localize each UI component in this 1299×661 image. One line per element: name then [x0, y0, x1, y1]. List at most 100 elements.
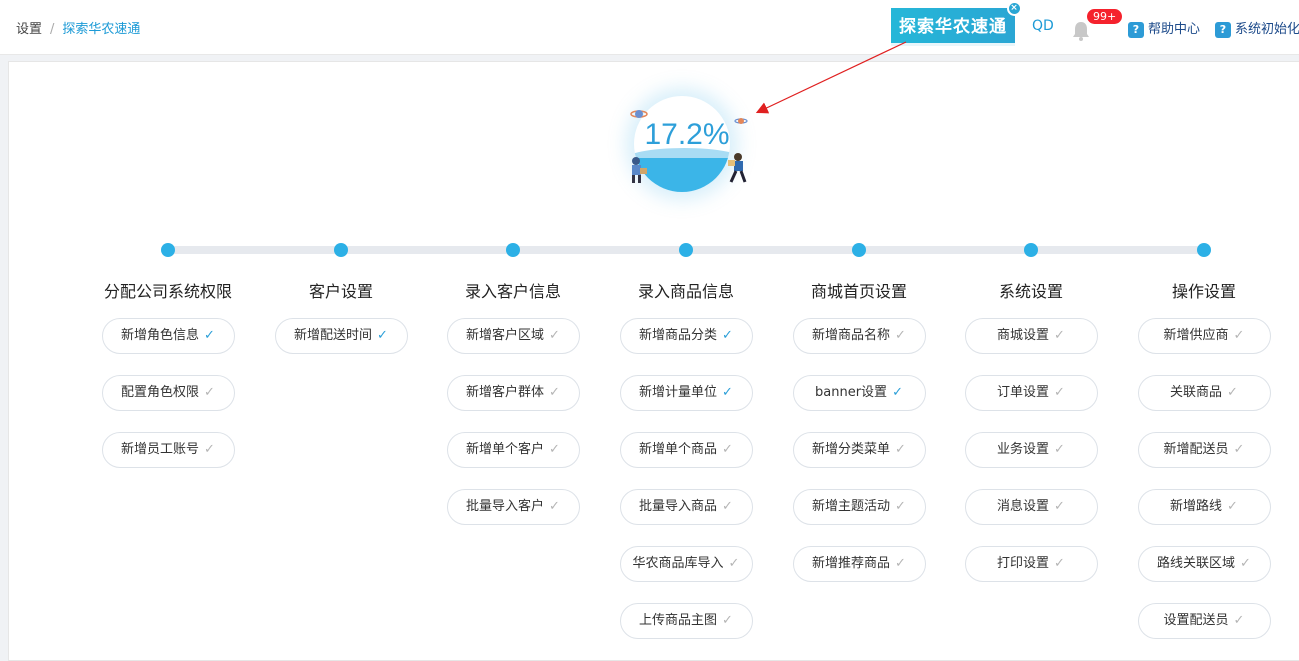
task-pill-button[interactable]: 批量导入商品 ✓ [619, 489, 753, 525]
progress-percent: 17.2% [644, 118, 730, 151]
task-pill-button[interactable]: 设置配送员 ✓ [1137, 603, 1271, 639]
check-icon: ✓ [1233, 613, 1245, 628]
check-icon: ✓ [1240, 556, 1251, 571]
task-pill-button[interactable]: 新增单个客户 ✓ [446, 432, 580, 468]
progress-circle: 17.2% [626, 90, 748, 212]
step-column: 录入商品信息 新增商品分类 ✓ 新增计量单位 ✓ 新增单个商品 ✓ 批量导入商品 ✓ 华农商品库导… [619, 278, 753, 660]
task-pill-button[interactable]: 新增分类菜单 ✓ [792, 432, 926, 468]
task-label: banner设置 [815, 385, 888, 400]
task-pill-button[interactable]: 业务设置 ✓ [964, 432, 1098, 468]
step-column: 客户设置 新增配送时间 ✓ [274, 278, 408, 375]
step-title: 操作设置 [1171, 282, 1236, 301]
check-icon: ✓ [722, 385, 733, 400]
breadcrumb: 设置 / 探索华农速通 [16, 18, 140, 37]
help-center-link[interactable]: ? 帮助中心 [1128, 18, 1200, 38]
check-icon: ✓ [892, 385, 903, 400]
breadcrumb-root[interactable]: 设置 [16, 22, 42, 37]
check-icon: ✓ [549, 499, 560, 514]
task-pill-button[interactable]: 新增路线 ✓ [1137, 489, 1271, 525]
task-pill-button[interactable]: 新增供应商 ✓ [1137, 318, 1271, 354]
task-label: 华农商品库导入 [632, 556, 724, 571]
user-name[interactable]: QD [1032, 18, 1054, 34]
task-label: 消息设置 [997, 499, 1050, 514]
task-label: 新增商品名称 [812, 328, 891, 343]
check-icon: ✓ [1054, 556, 1065, 571]
task-pill-button[interactable]: 新增单个商品 ✓ [619, 432, 753, 468]
timeline-dot [161, 243, 175, 257]
planet-icon [734, 118, 748, 124]
task-pill-button[interactable]: 新增主题活动 ✓ [792, 489, 926, 525]
task-pill-button[interactable]: 新增配送员 ✓ [1137, 432, 1271, 468]
task-pill-button[interactable]: banner设置 ✓ [792, 375, 926, 411]
task-pill-button[interactable]: 批量导入客户 ✓ [446, 489, 580, 525]
task-pill-button[interactable]: 消息设置 ✓ [964, 489, 1098, 525]
task-pill-button[interactable]: 路线关联区域 ✓ [1137, 546, 1271, 582]
task-pill-button[interactable]: 商城设置 ✓ [964, 318, 1098, 354]
timeline-dot [852, 243, 866, 257]
task-label: 新增客户区域 [466, 328, 545, 343]
timeline-dot [1024, 243, 1038, 257]
breadcrumb-current: 探索华农速通 [62, 22, 141, 37]
check-icon: ✓ [728, 556, 740, 571]
breadcrumb-separator: / [50, 22, 55, 37]
task-pill-button[interactable]: 新增配送时间 ✓ [274, 318, 408, 354]
task-label: 新增单个商品 [639, 442, 718, 457]
system-init-label: 系统初始化 [1235, 22, 1299, 37]
task-label: 新增分类菜单 [812, 442, 891, 457]
task-pill-button[interactable]: 新增员工账号 ✓ [101, 432, 235, 468]
planet-icon [630, 110, 648, 118]
step-title: 商城首页设置 [810, 282, 907, 301]
task-label: 新增供应商 [1163, 328, 1229, 343]
explore-banner-button[interactable]: 探索华农速通 × [891, 1, 1022, 46]
task-pill-button[interactable]: 新增商品分类 ✓ [619, 318, 753, 354]
check-icon: ✓ [377, 328, 388, 343]
person-icon [728, 153, 747, 183]
task-pill-button[interactable]: 订单设置 ✓ [964, 375, 1098, 411]
check-icon: ✓ [204, 442, 215, 457]
check-icon: ✓ [722, 613, 733, 628]
task-label: 设置配送员 [1163, 613, 1229, 628]
task-pill-button[interactable]: 上传商品主图 ✓ [619, 603, 753, 639]
task-label: 业务设置 [997, 442, 1050, 457]
task-label: 关联商品 [1170, 385, 1223, 400]
person-icon [632, 157, 647, 183]
step-title: 录入客户信息 [464, 282, 561, 301]
task-pill-button[interactable]: 华农商品库导入 ✓ [619, 546, 753, 582]
check-icon: ✓ [722, 499, 733, 514]
check-icon: ✓ [204, 385, 215, 400]
task-label: 新增客户群体 [466, 385, 545, 400]
check-icon: ✓ [1054, 385, 1065, 400]
check-icon: ✓ [1227, 499, 1238, 514]
task-pill-button[interactable]: 新增角色信息 ✓ [101, 318, 235, 354]
system-init-link[interactable]: ? 系统初始化 [1215, 18, 1299, 38]
check-icon: ✓ [549, 442, 560, 457]
task-pill-button[interactable]: 打印设置 ✓ [964, 546, 1098, 582]
check-icon: ✓ [1233, 328, 1245, 343]
check-icon: ✓ [1233, 442, 1245, 457]
task-pill-button[interactable]: 关联商品 ✓ [1137, 375, 1271, 411]
check-icon: ✓ [1227, 385, 1238, 400]
task-pill-button[interactable]: 新增推荐商品 ✓ [792, 546, 926, 582]
task-label: 商城设置 [997, 328, 1050, 343]
step-column: 系统设置 商城设置 ✓ 订单设置 ✓ 业务设置 ✓ 消息设置 ✓ 打印设置 ✓ [964, 278, 1098, 603]
task-label: 新增路线 [1170, 499, 1223, 514]
check-icon: ✓ [204, 328, 215, 343]
task-label: 批量导入客户 [466, 499, 545, 514]
check-icon: ✓ [1054, 442, 1065, 457]
step-title: 系统设置 [998, 282, 1063, 301]
task-pill-button[interactable]: 新增客户群体 ✓ [446, 375, 580, 411]
task-pill-button[interactable]: 新增商品名称 ✓ [792, 318, 926, 354]
step-column: 操作设置 新增供应商 ✓ 关联商品 ✓ 新增配送员 ✓ 新增路线 ✓ 路线关联区域 ✓ 设置配送员 ✓ [1137, 278, 1271, 660]
help-center-label: 帮助中心 [1148, 22, 1201, 37]
task-label: 新增角色信息 [121, 328, 200, 343]
task-pill-button[interactable]: 新增客户区域 ✓ [446, 318, 580, 354]
close-icon[interactable]: × [1007, 1, 1022, 16]
check-icon: ✓ [722, 442, 733, 457]
task-label: 上传商品主图 [639, 613, 718, 628]
question-icon: ? [1215, 22, 1231, 38]
step-column: 分配公司系统权限 新增角色信息 ✓ 配置角色权限 ✓ 新增员工账号 ✓ [101, 278, 235, 489]
task-pill-button[interactable]: 新增计量单位 ✓ [619, 375, 753, 411]
notification-badge: 99+ [1086, 8, 1124, 25]
task-pill-button[interactable]: 配置角色权限 ✓ [101, 375, 235, 411]
task-label: 新增商品分类 [639, 328, 718, 343]
